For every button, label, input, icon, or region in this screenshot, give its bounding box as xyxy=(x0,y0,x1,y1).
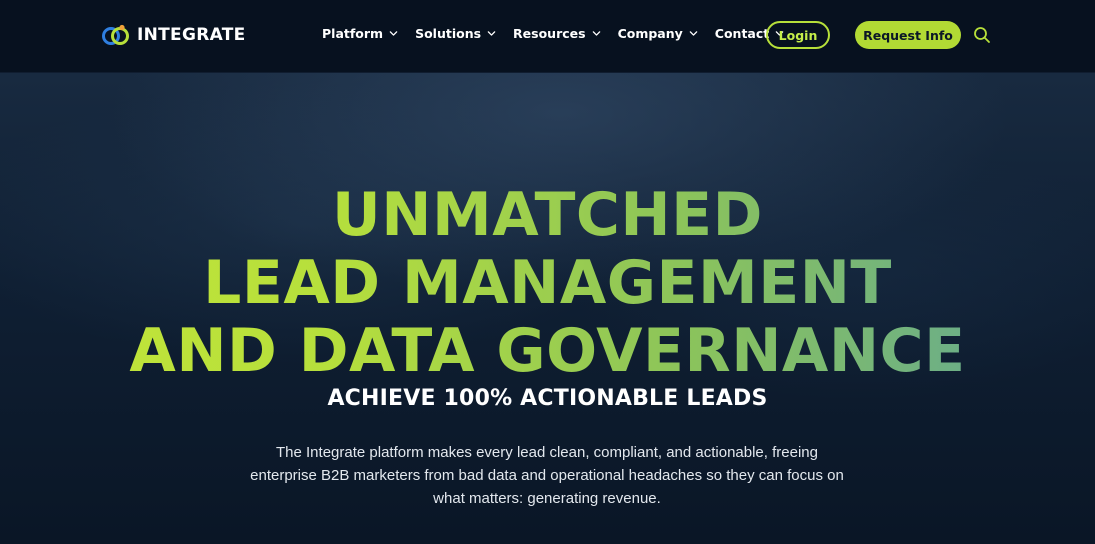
site-header: INTEGRATE Platform Solutions Resources C… xyxy=(0,0,1095,73)
nav-item-label: Platform xyxy=(322,26,384,41)
headline-line: LEAD MANAGEMENT xyxy=(203,248,892,318)
nav-item-label: Resources xyxy=(513,26,586,41)
search-icon xyxy=(974,27,990,43)
nav-item-label: Contact xyxy=(714,26,770,41)
brand-name: INTEGRATE xyxy=(137,25,246,45)
chevron-down-icon xyxy=(389,31,398,36)
nav-item-label: Company xyxy=(617,26,683,41)
headline-line: AND DATA GOVERNANCE xyxy=(129,316,966,386)
chevron-down-icon xyxy=(689,31,698,36)
nav-item-company[interactable]: Company xyxy=(618,26,698,41)
nav-item-solutions[interactable]: Solutions xyxy=(415,26,496,41)
nav-item-label: Solutions xyxy=(415,26,482,41)
hero-section: UNMATCHED LEAD MANAGEMENT AND DATA GOVER… xyxy=(0,73,1095,544)
hero-subheadline: ACHIEVE 100% ACTIONABLE LEADS xyxy=(327,386,768,411)
hero-description: The Integrate platform makes every lead … xyxy=(250,444,844,507)
brand-logo[interactable]: INTEGRATE xyxy=(101,22,246,48)
search-button[interactable] xyxy=(973,26,991,44)
nav-item-platform[interactable]: Platform xyxy=(322,26,398,41)
main-nav: Platform Solutions Resources Company Con… xyxy=(322,26,801,41)
hero-headline: UNMATCHED LEAD MANAGEMENT AND DATA GOVER… xyxy=(0,181,1095,385)
logo-icon xyxy=(102,24,129,45)
headline-line: UNMATCHED xyxy=(332,180,763,250)
chevron-down-icon xyxy=(487,31,496,36)
request-info-button[interactable]: Request Info xyxy=(855,21,961,49)
login-button[interactable]: Login xyxy=(766,21,830,49)
page: INTEGRATE Platform Solutions Resources C… xyxy=(0,0,1095,544)
nav-item-resources[interactable]: Resources xyxy=(513,26,601,41)
chevron-down-icon xyxy=(592,31,600,36)
